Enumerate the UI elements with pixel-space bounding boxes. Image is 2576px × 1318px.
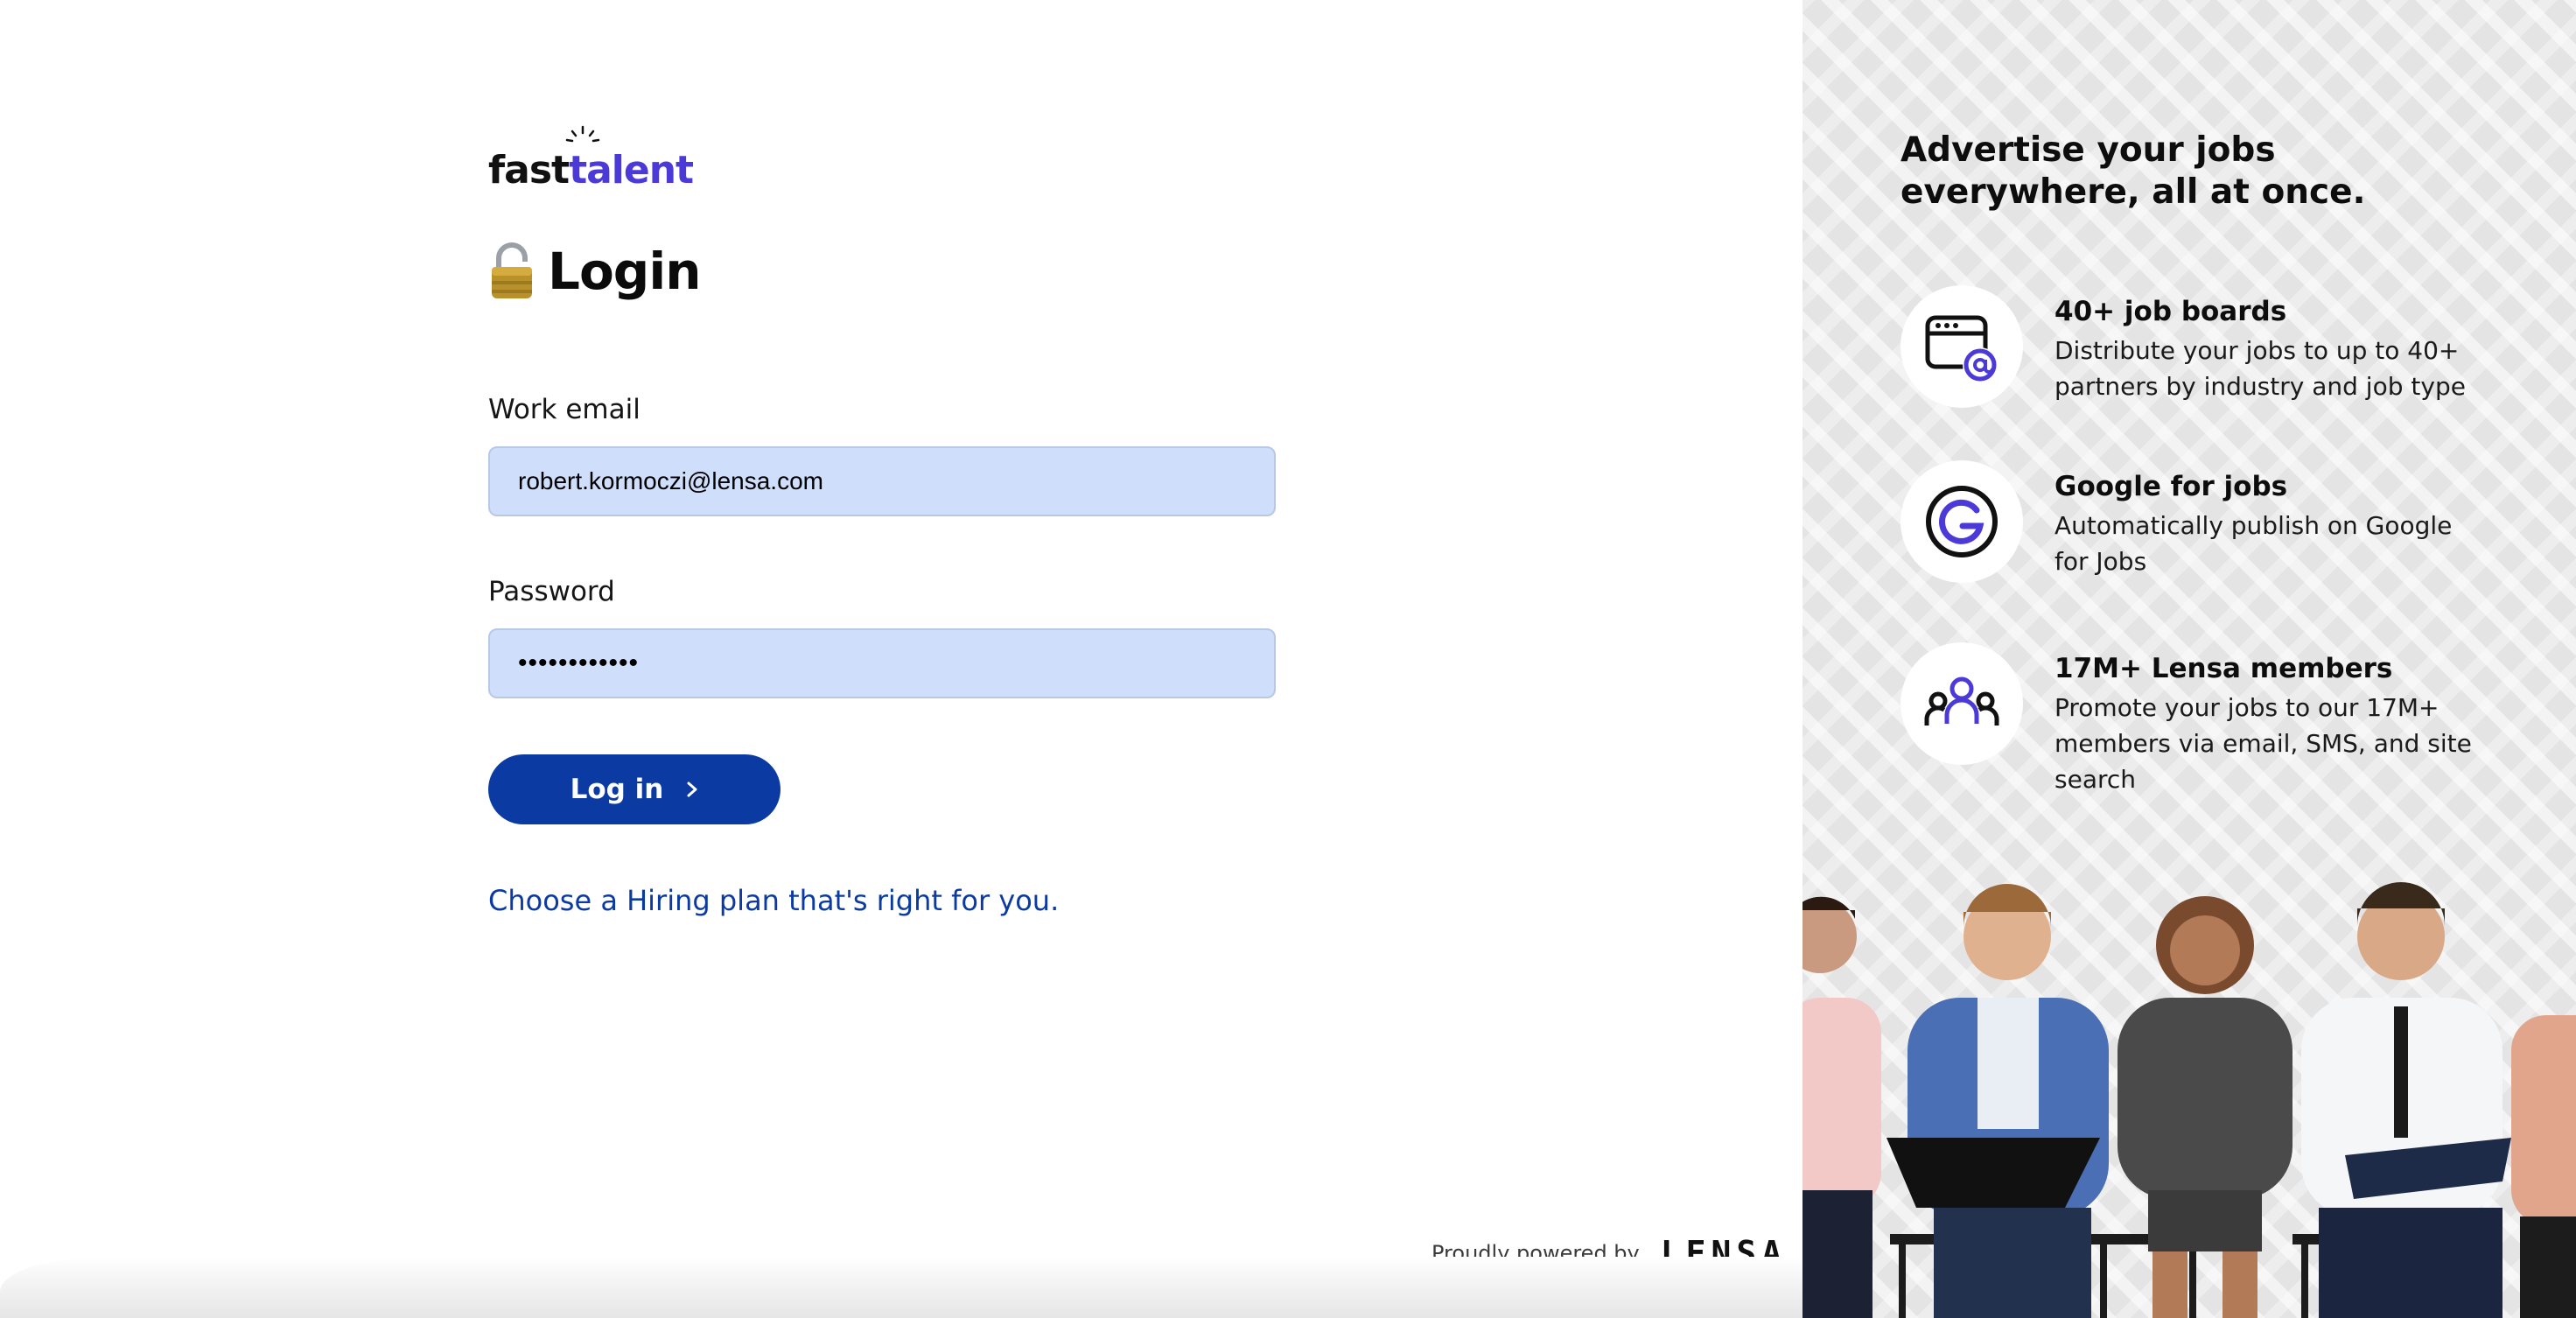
login-panel: fast talent Login Work email robert.korm… bbox=[0, 0, 1802, 1318]
password-label: Password bbox=[488, 576, 615, 607]
email-field[interactable] bbox=[488, 446, 1276, 516]
promo-headline: Advertise your jobs everywhere, all at o… bbox=[1900, 130, 2366, 212]
bottom-shadow bbox=[0, 1257, 1802, 1318]
padlock-icon bbox=[492, 242, 532, 298]
hiring-plan-link[interactable]: Choose a Hiring plan that's right for yo… bbox=[488, 884, 1059, 917]
feature-title: 40+ job boards bbox=[2054, 296, 2287, 327]
feature-lensa-members: 17M+ Lensa members Promote your jobs to … bbox=[1900, 642, 2548, 797]
feature-title: 17M+ Lensa members bbox=[2054, 653, 2393, 684]
page-title: Login bbox=[548, 242, 701, 301]
feature-description: Promote your jobs to our 17M+ members vi… bbox=[2054, 693, 2472, 794]
promo-panel: Advertise your jobs everywhere, all at o… bbox=[1802, 0, 2576, 1318]
feature-icon-circle bbox=[1900, 642, 2023, 765]
login-title-row: Login bbox=[488, 242, 701, 301]
logo-fast: fast bbox=[488, 148, 570, 193]
feature-icon-circle bbox=[1900, 285, 2023, 408]
google-g-icon bbox=[1926, 486, 1998, 557]
people-photo bbox=[1802, 882, 2576, 1318]
fasttalent-logo[interactable]: fast talent bbox=[488, 125, 694, 193]
lightbulb-icon bbox=[565, 125, 600, 143]
logo-talent: talent bbox=[565, 125, 694, 193]
feature-description: Distribute your jobs to up to 40+ partne… bbox=[2054, 336, 2466, 401]
feature-icon-circle bbox=[1900, 460, 2023, 583]
feature-job-boards: 40+ job boards Distribute your jobs to u… bbox=[1900, 285, 2548, 408]
feature-title: Google for jobs bbox=[2054, 471, 2288, 502]
chevron-right-icon bbox=[687, 782, 697, 797]
email-label: Work email bbox=[488, 394, 640, 425]
members-icon bbox=[1924, 677, 1999, 726]
password-field[interactable] bbox=[488, 628, 1276, 698]
login-button-label: Log in bbox=[570, 774, 664, 805]
feature-description: Automatically publish on Google for Jobs bbox=[2054, 511, 2453, 576]
feature-google-jobs: Google for jobs Automatically publish on… bbox=[1900, 460, 2548, 583]
browser-at-icon bbox=[1925, 315, 1998, 382]
logo-talent-text: talent bbox=[569, 148, 694, 193]
login-button[interactable]: Log in bbox=[488, 754, 780, 824]
